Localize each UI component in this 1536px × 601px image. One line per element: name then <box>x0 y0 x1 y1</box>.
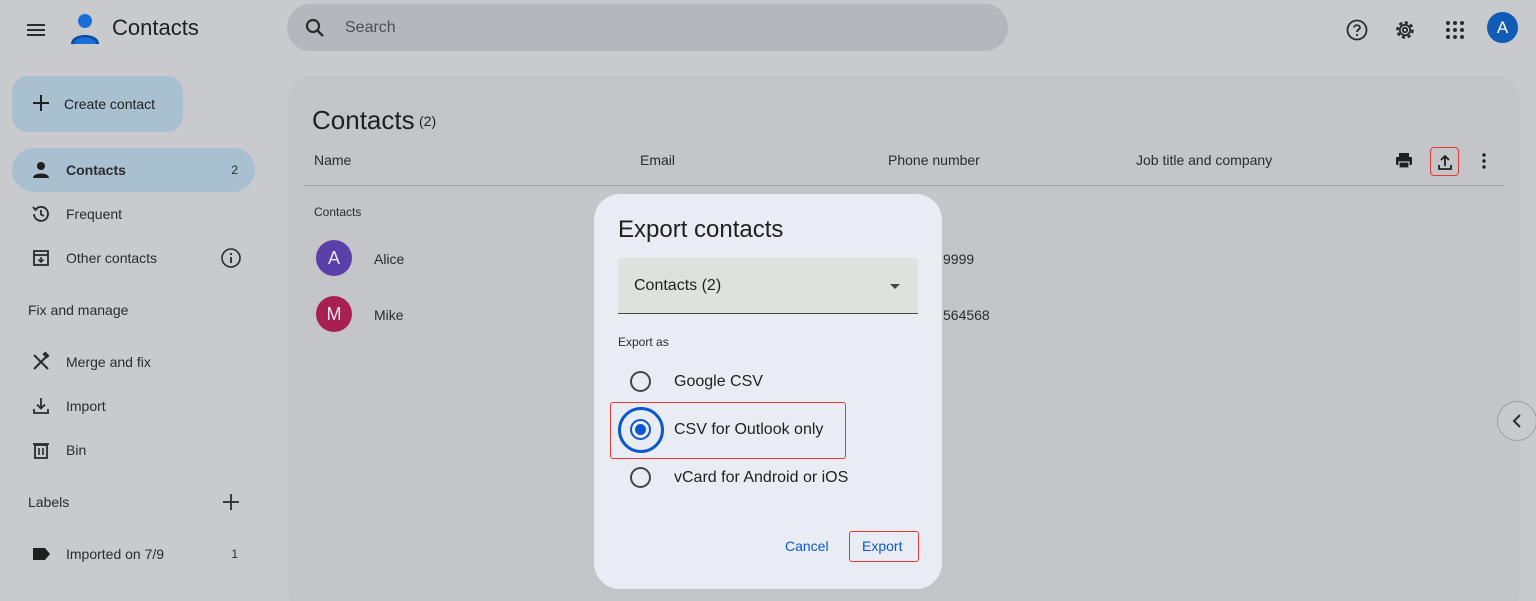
top-bar: Contacts Search A <box>0 0 1536 60</box>
avatar: A <box>316 240 352 276</box>
page-title: Contacts <box>312 105 415 135</box>
create-contact-button[interactable]: Create contact <box>12 76 183 132</box>
sidebar-item-label: Import <box>66 398 106 414</box>
sidebar-item-contacts[interactable]: Contacts 2 <box>12 148 255 192</box>
account-avatar[interactable]: A <box>1487 12 1518 43</box>
tools-icon <box>33 351 50 370</box>
labels-heading: Labels <box>28 494 70 510</box>
sidebar-item-bin[interactable]: Bin <box>12 428 255 472</box>
archive-icon <box>33 250 49 266</box>
dialog-title: Export contacts <box>618 216 784 243</box>
chevron-left-icon <box>1512 414 1521 428</box>
person-icon <box>33 162 49 178</box>
option-csv-outlook[interactable]: CSV for Outlook only <box>618 407 918 453</box>
history-icon <box>32 206 49 222</box>
collapse-panel-button[interactable] <box>1497 401 1536 441</box>
sidebar-item-label: Imported on 7/9 <box>66 546 165 562</box>
main-menu-button[interactable] <box>20 14 52 46</box>
app-title: Contacts <box>112 15 199 40</box>
column-header-phone[interactable]: Phone number <box>888 152 980 168</box>
export-contacts-dialog: Export contacts Contacts (2) Export as G… <box>594 194 942 589</box>
group-label: Contacts <box>314 205 362 219</box>
contacts-count: (2) <box>419 113 437 129</box>
option-label: CSV for Outlook only <box>674 421 824 438</box>
sidebar-item-label: Other contacts <box>66 250 158 266</box>
dropdown-caret-icon <box>890 284 900 289</box>
option-vcard[interactable]: vCard for Android or iOS <box>618 458 918 498</box>
trash-icon <box>33 443 49 459</box>
sidebar-item-label: Merge and fix <box>66 354 151 370</box>
radio-button[interactable] <box>630 467 651 488</box>
option-label: vCard for Android or iOS <box>674 469 849 486</box>
hamburger-menu-icon <box>27 24 45 36</box>
search-icon <box>305 18 324 37</box>
avatar: M <box>316 296 352 332</box>
info-icon[interactable] <box>220 247 242 269</box>
sidebar-item-count: 2 <box>231 163 238 177</box>
option-label: Google CSV <box>674 373 763 390</box>
more-vert-icon <box>1482 153 1486 169</box>
settings-button[interactable] <box>1389 14 1421 46</box>
sidebar-item-label: Frequent <box>66 206 123 222</box>
option-google-csv[interactable]: Google CSV <box>618 362 918 402</box>
sidebar-item-frequent[interactable]: Frequent <box>12 192 255 236</box>
export-as-label: Export as <box>618 335 669 349</box>
help-button[interactable] <box>1341 14 1373 46</box>
gear-icon <box>1396 21 1414 39</box>
plus-icon <box>33 95 49 111</box>
upload-icon <box>1437 154 1452 170</box>
sidebar-item-merge-and-fix[interactable]: Merge and fix <box>12 340 255 384</box>
print-icon <box>1396 153 1412 169</box>
export-button[interactable] <box>1430 147 1459 176</box>
sidebar-item-label: Bin <box>66 442 87 458</box>
more-options-button[interactable] <box>1471 148 1497 174</box>
create-contact-label: Create contact <box>64 96 156 112</box>
fix-and-manage-heading: Fix and manage <box>28 302 129 318</box>
sidebar-item-import[interactable]: Import <box>12 384 255 428</box>
apps-grid-icon <box>1446 21 1464 39</box>
export-confirm-button[interactable]: Export <box>862 538 902 554</box>
selected-source: Contacts (2) <box>634 277 722 294</box>
contact-phone: 9999 <box>943 251 975 267</box>
sidebar-item-imported-label[interactable]: Imported on 7/9 1 <box>12 532 255 576</box>
contacts-logo-icon <box>71 14 99 44</box>
contact-name[interactable]: Mike <box>374 307 404 323</box>
add-label-icon[interactable] <box>220 491 242 513</box>
column-header-name[interactable]: Name <box>314 152 351 168</box>
cancel-button[interactable]: Cancel <box>785 538 829 554</box>
label-icon <box>33 548 50 560</box>
sidebar-item-label: Contacts <box>66 162 126 178</box>
radio-button[interactable] <box>630 371 651 392</box>
print-button[interactable] <box>1391 148 1417 174</box>
column-header-job[interactable]: Job title and company <box>1136 152 1272 168</box>
download-icon <box>33 398 49 414</box>
contact-name[interactable]: Alice <box>374 251 404 267</box>
contacts-source-select[interactable]: Contacts (2) <box>618 258 918 314</box>
search-bar[interactable]: Search <box>287 4 1008 51</box>
help-icon <box>1346 19 1368 41</box>
sidebar-item-other-contacts[interactable]: Other contacts <box>12 236 255 280</box>
contact-phone: 564568 <box>943 307 990 323</box>
header-divider <box>304 185 1504 186</box>
search-placeholder: Search <box>345 19 396 36</box>
radio-button-checked[interactable] <box>630 419 651 440</box>
sidebar-item-count: 1 <box>231 547 238 561</box>
apps-button[interactable] <box>1439 14 1471 46</box>
column-header-email[interactable]: Email <box>640 152 675 168</box>
